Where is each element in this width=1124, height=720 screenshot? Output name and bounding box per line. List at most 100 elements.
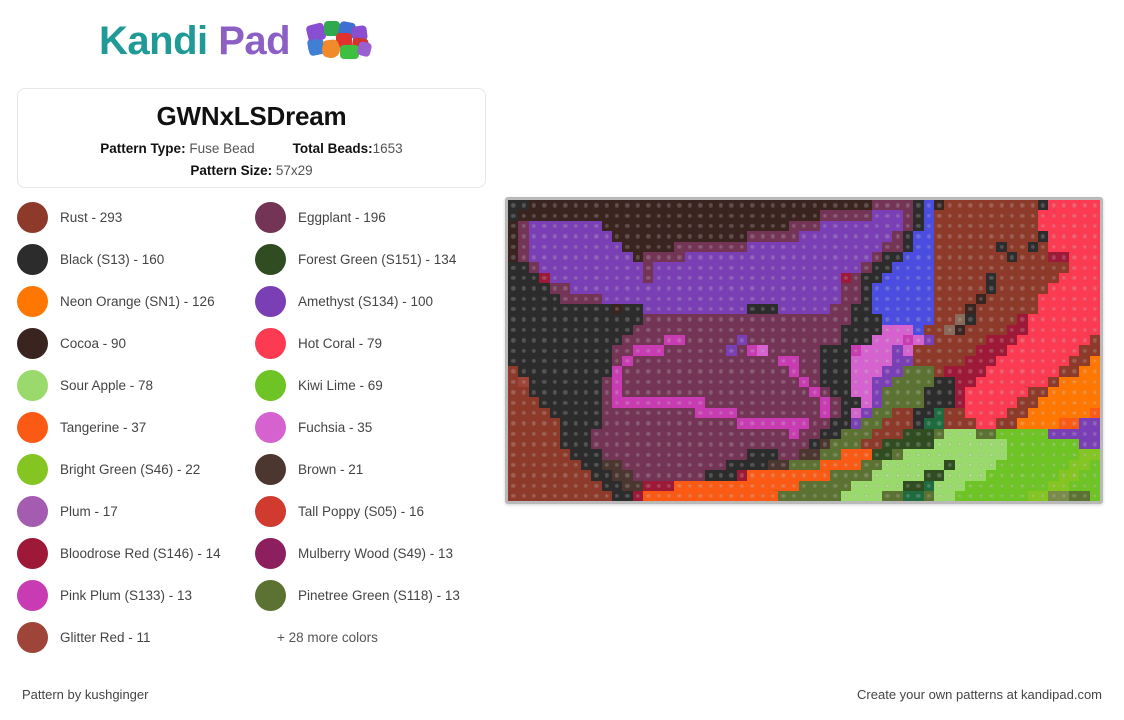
bead-cell [913, 293, 924, 304]
bead-cell [902, 241, 914, 252]
bead-cell [1079, 407, 1090, 419]
legend-item[interactable]: Glitter Red - 11 [17, 616, 249, 658]
bead-cell [746, 272, 758, 284]
bead-cell [695, 407, 706, 419]
bead-cell [1069, 200, 1080, 211]
bead-cell [539, 345, 550, 356]
bead-cell [892, 387, 903, 398]
bead-cell [975, 272, 986, 284]
legend-item[interactable]: Tangerine - 37 [17, 406, 249, 448]
bead-cell [767, 231, 779, 242]
bead-cell [663, 220, 675, 232]
bead-cell [996, 470, 1007, 481]
bead-cell [757, 397, 768, 408]
bead-cell [1079, 251, 1090, 263]
legend-item[interactable]: Fuchsia - 35 [255, 406, 487, 448]
bead-cell [913, 407, 924, 419]
bead-cell [1089, 355, 1101, 367]
legend-item[interactable]: Tall Poppy (S05) - 16 [255, 490, 487, 532]
legend-item[interactable]: Bloodrose Red (S146) - 14 [17, 532, 249, 574]
bead-cell [653, 376, 664, 388]
bead-cell [892, 283, 903, 294]
bead-cell [975, 355, 986, 367]
bead-cell [715, 272, 727, 284]
bead-cell [923, 303, 935, 315]
legend-item[interactable]: Pinetree Green (S118) - 13 [255, 574, 487, 616]
bead-cell [809, 293, 820, 304]
legend-item[interactable]: Black (S13) - 160 [17, 238, 249, 280]
bead-cell [798, 303, 810, 315]
legend-item[interactable]: Plum - 17 [17, 490, 249, 532]
bead-cell [559, 428, 571, 439]
bead-cell [1069, 324, 1080, 336]
legend-item[interactable]: Mulberry Wood (S49) - 13 [255, 532, 487, 574]
bead-cell [715, 303, 727, 315]
bead-cell [944, 241, 955, 252]
bead-cell [819, 262, 831, 273]
bead-cell [778, 251, 789, 263]
bead-cell [871, 262, 883, 273]
more-colors-link[interactable]: + 28 more colors [255, 616, 487, 658]
bead-cell [746, 293, 758, 304]
bead-cell [508, 293, 519, 304]
bead-cell [674, 449, 685, 460]
pattern-preview[interactable] [505, 197, 1105, 505]
legend-item[interactable]: Neon Orange (SN1) - 126 [17, 280, 249, 322]
bead-cell [1006, 366, 1018, 377]
bead-cell [663, 376, 675, 388]
bead-cell [923, 418, 935, 429]
bead-cell [985, 314, 997, 325]
bead-cell [1089, 418, 1101, 429]
bead-cell [518, 220, 529, 232]
bead-cell [653, 407, 664, 419]
bead-cell [518, 314, 529, 325]
bead-cell [622, 376, 633, 388]
bead-cell [798, 418, 810, 429]
legend-item[interactable]: Bright Green (S46) - 22 [17, 448, 249, 490]
bead-cell [549, 366, 560, 377]
legend-item[interactable]: Forest Green (S151) - 134 [255, 238, 487, 280]
bead-cell [663, 418, 675, 429]
bead-cell [663, 324, 675, 336]
bead-cell [684, 397, 696, 408]
bead-cell [850, 283, 862, 294]
bead-cell [861, 345, 872, 356]
bead-cell [559, 490, 571, 502]
bead-cell [611, 387, 623, 398]
bead-cell [1048, 490, 1059, 502]
site-logo[interactable]: Kandi Pad [99, 18, 376, 64]
legend-item[interactable]: Rust - 293 [17, 196, 249, 238]
legend-item[interactable]: Eggplant - 196 [255, 196, 487, 238]
legend-item[interactable]: Cocoa - 90 [17, 322, 249, 364]
bead-cell [518, 387, 529, 398]
legend-item[interactable]: Pink Plum (S133) - 13 [17, 574, 249, 616]
bead-cell [591, 470, 602, 481]
bead-cell [528, 335, 540, 346]
bead-cell [819, 438, 831, 450]
bead-cell [601, 324, 612, 336]
bead-cell [902, 449, 914, 460]
bead-cell [767, 438, 779, 450]
bead-cell [1058, 200, 1070, 211]
bead-cell [539, 324, 550, 336]
bead-cell [1079, 387, 1090, 398]
bead-grid[interactable] [505, 197, 1104, 505]
bead-cell [902, 428, 914, 439]
bead-cell [819, 428, 831, 439]
bead-cell [798, 345, 810, 356]
bead-cell [1089, 490, 1101, 502]
bead-cell [674, 428, 685, 439]
bead-cell [871, 355, 883, 367]
bead-cell [715, 314, 727, 325]
legend-item[interactable]: Hot Coral - 79 [255, 322, 487, 364]
bead-cell [1037, 241, 1049, 252]
legend-item[interactable]: Kiwi Lime - 69 [255, 364, 487, 406]
bead-cell [663, 314, 675, 325]
legend-item[interactable]: Brown - 21 [255, 448, 487, 490]
legend-item[interactable]: Amethyst (S134) - 100 [255, 280, 487, 322]
legend-item[interactable]: Sour Apple - 78 [17, 364, 249, 406]
bead-cell [850, 231, 862, 242]
legend-item-label: Forest Green (S151) - 134 [298, 251, 457, 267]
bead-cell [611, 449, 623, 460]
bead-cell [518, 251, 529, 263]
